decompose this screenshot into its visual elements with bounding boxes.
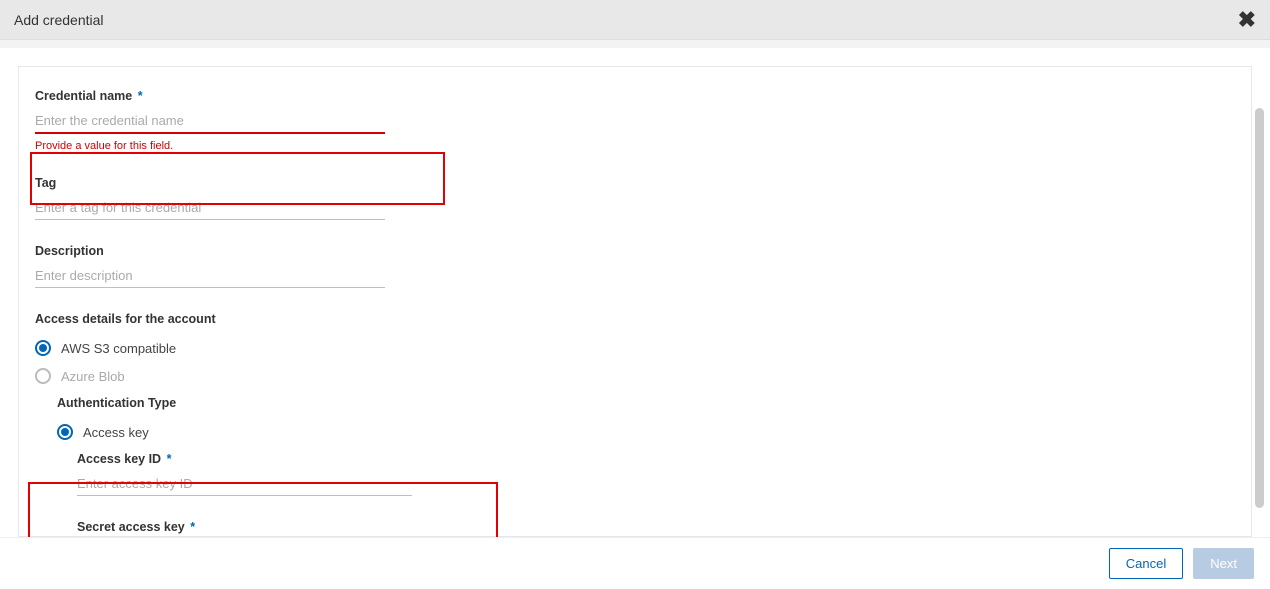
radio-azure-blob[interactable]: Azure Blob bbox=[35, 368, 1235, 384]
credential-name-label-text: Credential name bbox=[35, 89, 132, 103]
required-indicator: * bbox=[190, 520, 195, 534]
radio-icon bbox=[35, 368, 51, 384]
scrollbar[interactable] bbox=[1255, 108, 1264, 508]
next-button[interactable]: Next bbox=[1193, 548, 1254, 579]
radio-aws-s3[interactable]: AWS S3 compatible bbox=[35, 340, 1235, 356]
cancel-button[interactable]: Cancel bbox=[1109, 548, 1183, 579]
tag-label: Tag bbox=[35, 176, 385, 190]
secret-access-key-group: Secret access key * bbox=[77, 520, 412, 537]
access-key-id-label: Access key ID * bbox=[77, 452, 412, 466]
form-card: Credential name * Provide a value for th… bbox=[18, 66, 1252, 537]
radio-icon bbox=[57, 424, 73, 440]
radio-access-key[interactable]: Access key bbox=[57, 424, 1235, 440]
tag-group: Tag bbox=[35, 176, 385, 220]
radio-azure-label: Azure Blob bbox=[61, 369, 125, 384]
required-indicator: * bbox=[138, 89, 143, 103]
description-group: Description bbox=[35, 244, 385, 288]
secret-access-key-label-text: Secret access key bbox=[77, 520, 185, 534]
tag-input[interactable] bbox=[35, 196, 385, 220]
radio-aws-label: AWS S3 compatible bbox=[61, 341, 176, 356]
modal-footer: Cancel Next bbox=[0, 537, 1270, 589]
access-key-id-group: Access key ID * bbox=[77, 452, 412, 496]
modal-body: Credential name * Provide a value for th… bbox=[0, 40, 1270, 537]
access-key-id-label-text: Access key ID bbox=[77, 452, 161, 466]
credential-name-group: Credential name * Provide a value for th… bbox=[35, 89, 385, 152]
description-input[interactable] bbox=[35, 264, 385, 288]
access-key-id-input[interactable] bbox=[77, 472, 412, 496]
required-indicator: * bbox=[167, 452, 172, 466]
secret-access-key-label: Secret access key * bbox=[77, 520, 412, 534]
radio-access-key-label: Access key bbox=[83, 425, 149, 440]
access-details-section: Access details for the account AWS S3 co… bbox=[35, 312, 1235, 537]
description-label: Description bbox=[35, 244, 385, 258]
authentication-section: Authentication Type Access key Access ke… bbox=[57, 396, 1235, 537]
close-icon[interactable]: ✖ bbox=[1238, 9, 1256, 31]
add-credential-modal: Add credential ✖ Credential name * Provi… bbox=[0, 0, 1270, 589]
credential-name-error: Provide a value for this field. bbox=[35, 140, 385, 152]
credential-name-input[interactable] bbox=[35, 109, 385, 134]
access-key-fields: Access key ID * Secret access key * bbox=[77, 452, 1235, 537]
auth-type-heading: Authentication Type bbox=[57, 396, 1235, 410]
modal-header: Add credential ✖ bbox=[0, 0, 1270, 40]
access-details-heading: Access details for the account bbox=[35, 312, 1235, 326]
radio-icon bbox=[35, 340, 51, 356]
credential-name-label: Credential name * bbox=[35, 89, 385, 103]
modal-title: Add credential bbox=[14, 12, 104, 28]
